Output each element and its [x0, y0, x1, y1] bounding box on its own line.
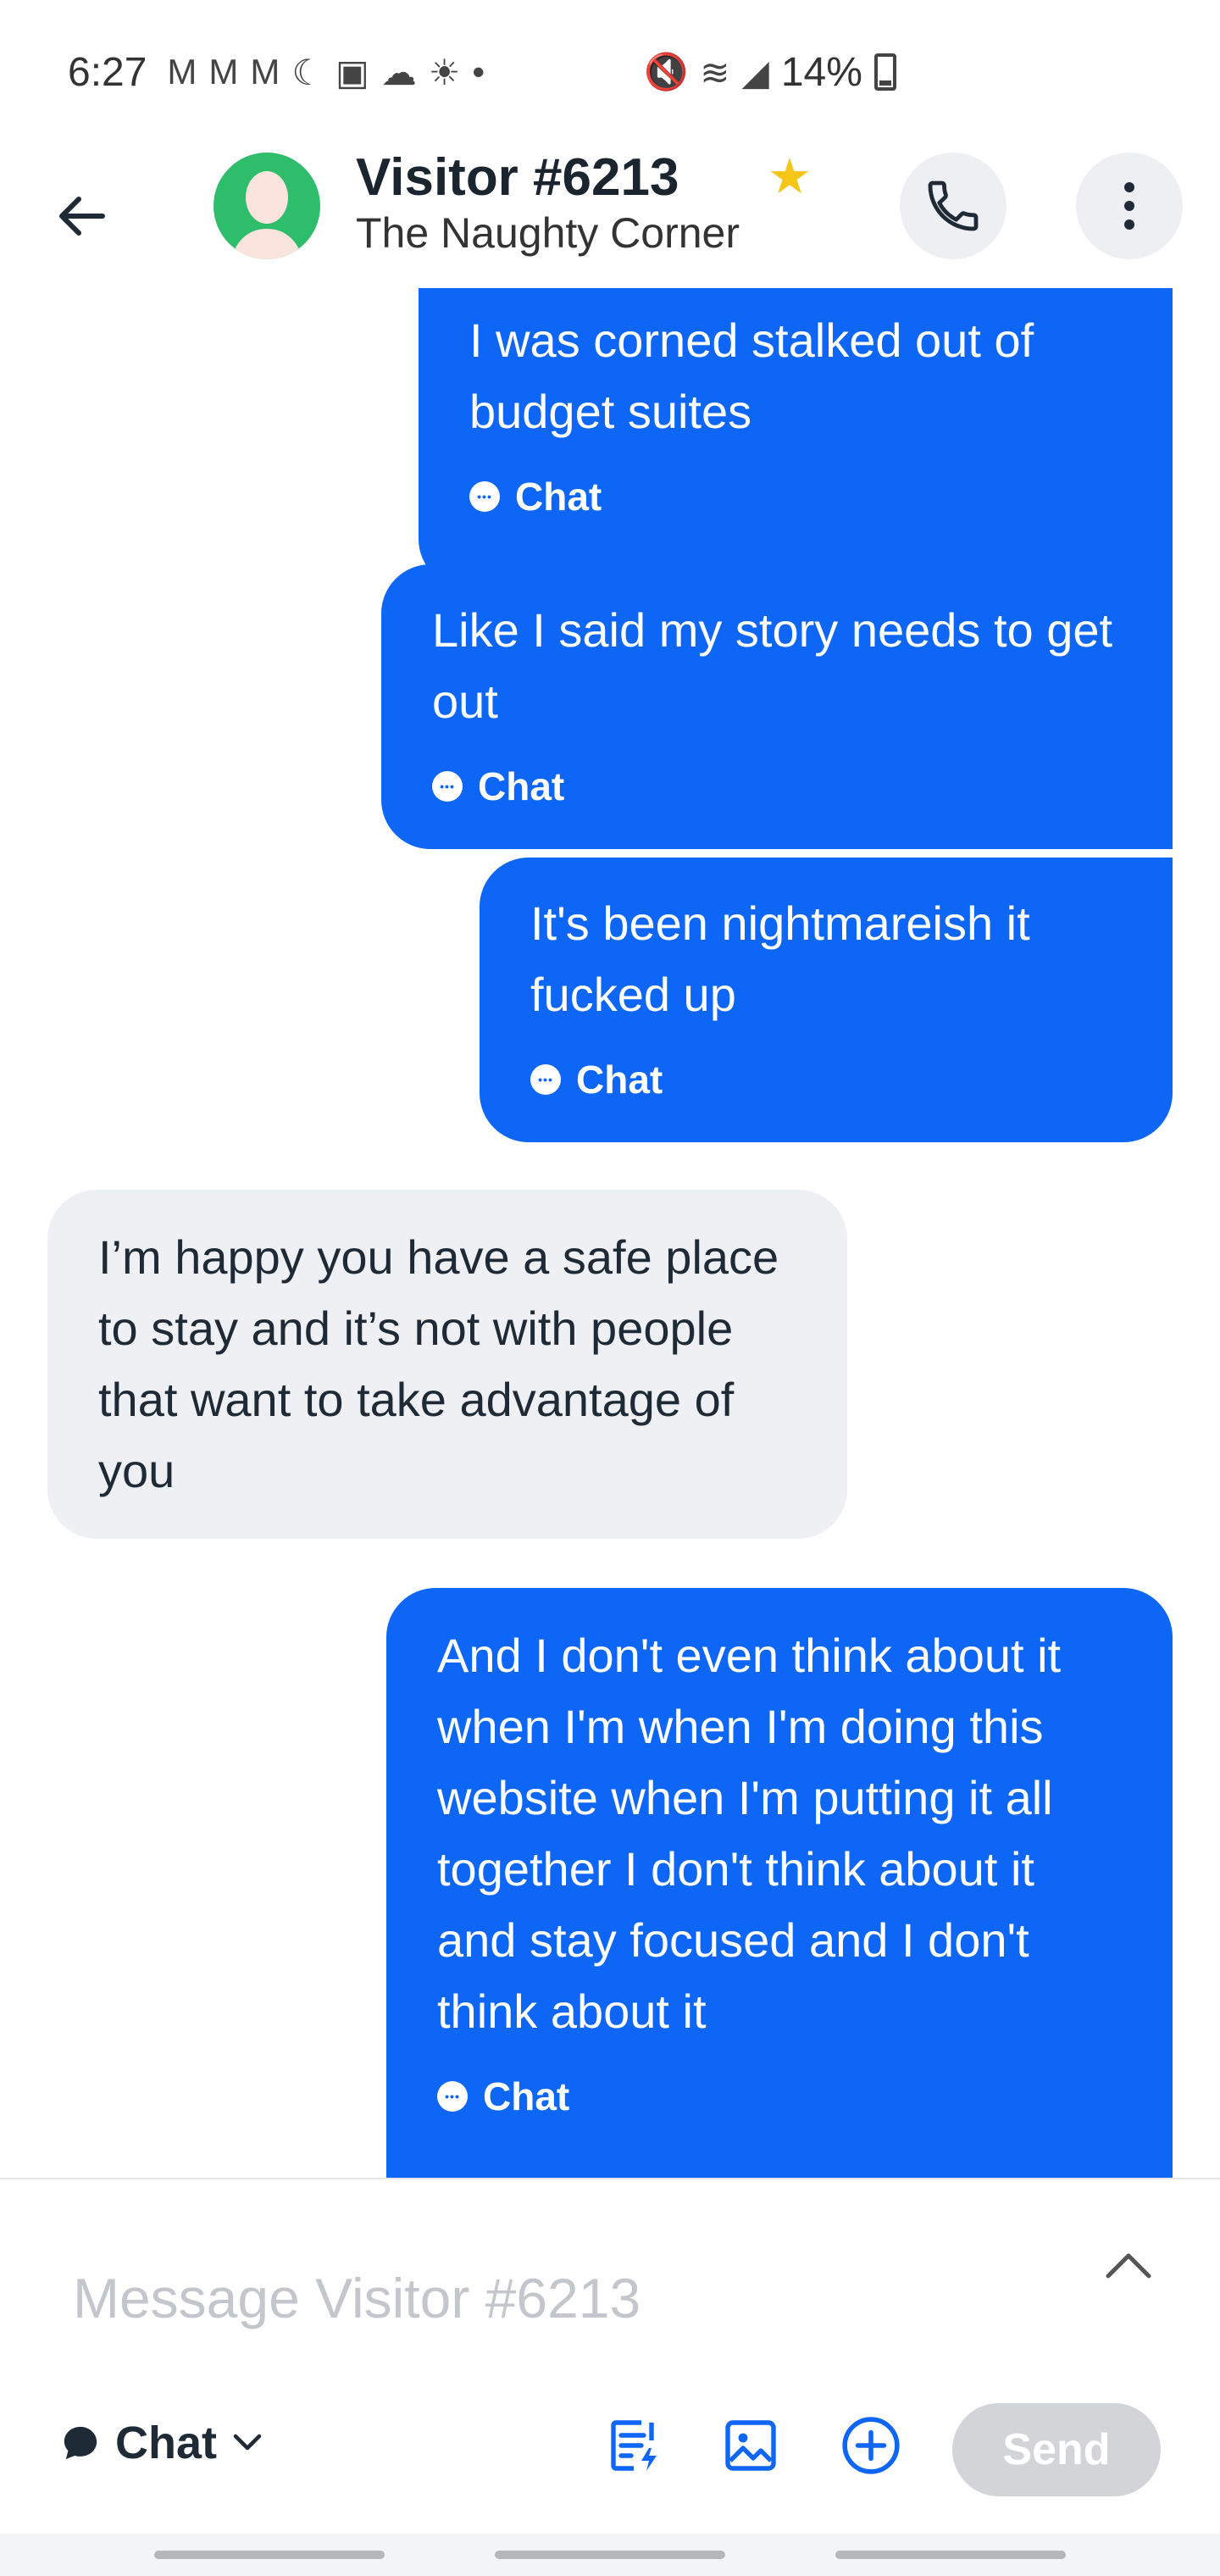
notification-icon: ▣: [336, 52, 369, 92]
quick-reply-button[interactable]: [593, 2405, 674, 2486]
recent-apps-button[interactable]: [154, 2551, 385, 2559]
message-list[interactable]: I was corned stalked out of budget suite…: [0, 288, 1220, 2178]
message-channel: Chat: [469, 461, 1122, 532]
back-button[interactable]: [44, 178, 120, 254]
outgoing-message: It's been nightmareish it fucked up Chat: [480, 858, 1173, 1142]
gmail-icon: M: [250, 52, 280, 92]
gmail-icon: M: [208, 52, 239, 92]
message-input[interactable]: [73, 2256, 1005, 2340]
battery-percent: 14%: [780, 49, 862, 95]
message-channel: Chat: [432, 751, 1122, 822]
chevron-up-icon: [1106, 2253, 1151, 2279]
wifi-icon: ≋: [700, 52, 730, 92]
chat-bubble-icon: [432, 771, 463, 802]
message-channel: Chat: [437, 2061, 1122, 2132]
status-bar: 6:27 M M M ☾ ▣ ☁ ☀ • 🔇 ≋ ◢ 14%: [0, 0, 1220, 144]
signal-icon: ◢: [741, 52, 769, 92]
channel-selector[interactable]: Chat: [61, 2417, 263, 2469]
channel-label: Chat: [115, 2418, 217, 2468]
expand-composer-button[interactable]: [1095, 2230, 1162, 2298]
sunrise-icon: ☀: [428, 52, 461, 92]
chevron-down-icon: [233, 2434, 262, 2451]
outgoing-message: Like I said my story needs to get out Ch…: [381, 564, 1173, 849]
cloud-icon: ☁: [380, 52, 417, 92]
star-icon[interactable]: ★: [768, 153, 812, 202]
home-button[interactable]: [495, 2551, 725, 2559]
phone-icon: [928, 180, 979, 231]
message-text: It's been nightmareish it fucked up: [530, 897, 1030, 1021]
message-text: Like I said my story needs to get out: [432, 603, 1113, 728]
chat-bubble-icon: [64, 2426, 97, 2460]
system-nav-bar: [0, 2534, 1220, 2576]
message-text: And I don't even think about it when I'm…: [437, 1629, 1062, 2038]
quick-reply-icon: [611, 2420, 657, 2471]
message-channel: Chat: [530, 1044, 1122, 1115]
avatar[interactable]: [214, 153, 320, 259]
chat-bubble-icon: [437, 2081, 468, 2112]
send-button[interactable]: Send: [952, 2403, 1161, 2496]
call-button[interactable]: [900, 153, 1006, 259]
chat-bubble-icon: [530, 1064, 561, 1095]
outgoing-message: And I don't even think about it when I'm…: [386, 1588, 1173, 2178]
image-icon: [725, 2420, 776, 2471]
more-options-button[interactable]: [1076, 153, 1183, 259]
outgoing-message: I was corned stalked out of budget suite…: [419, 288, 1173, 588]
gmail-icon: M: [167, 52, 197, 92]
moon-icon: ☾: [291, 52, 324, 92]
arrow-left-icon: [59, 197, 105, 236]
site-name: The Naughty Corner: [356, 209, 740, 257]
chat-bubble-icon: [469, 481, 500, 512]
message-composer: Chat Send: [0, 2178, 1220, 2534]
message-text: I’m happy you have a safe place to stay …: [98, 1230, 779, 1497]
visitor-name: Visitor #6213: [356, 148, 679, 207]
incoming-message: I’m happy you have a safe place to stay …: [47, 1190, 847, 1539]
more-vertical-icon: [1124, 182, 1134, 230]
back-nav-button[interactable]: [835, 2551, 1066, 2559]
attach-image-button[interactable]: [710, 2405, 791, 2486]
battery-icon: [873, 53, 896, 91]
message-text: I was corned stalked out of budget suite…: [469, 314, 1034, 438]
status-time: 6:27: [68, 49, 147, 95]
add-button[interactable]: [830, 2405, 912, 2486]
mute-icon: 🔇: [644, 51, 689, 92]
plus-circle-icon: [842, 2417, 900, 2474]
conversation-header: Visitor #6213 ★ The Naughty Corner: [0, 144, 1220, 288]
dot-icon: •: [472, 52, 485, 92]
